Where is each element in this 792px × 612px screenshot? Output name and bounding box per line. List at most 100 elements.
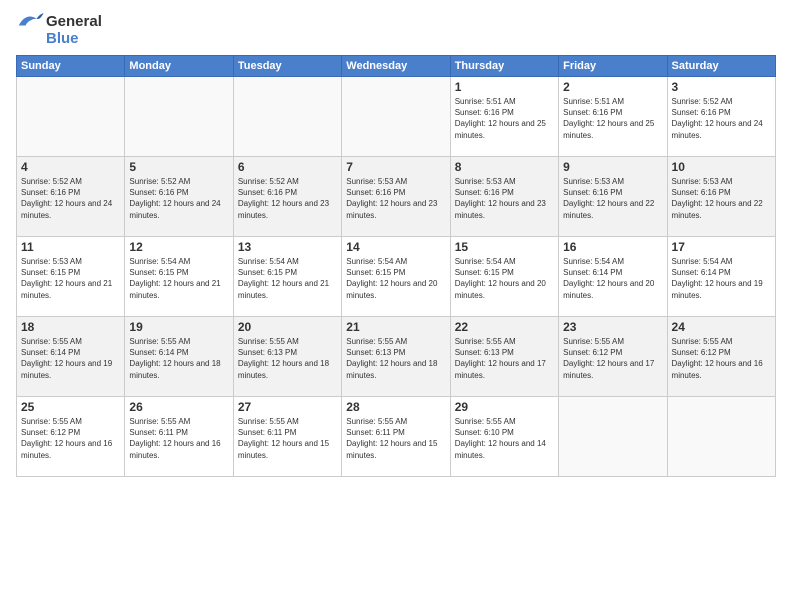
day-info: Sunrise: 5:54 AM Sunset: 6:15 PM Dayligh… [455,256,554,301]
day-info: Sunrise: 5:54 AM Sunset: 6:15 PM Dayligh… [346,256,445,301]
calendar-cell: 8 Sunrise: 5:53 AM Sunset: 6:16 PM Daylig… [450,157,558,237]
day-info: Sunrise: 5:52 AM Sunset: 6:16 PM Dayligh… [129,176,228,221]
weekday-sunday: Sunday [17,56,125,77]
logo-general: General [46,13,102,30]
weekday-wednesday: Wednesday [342,56,450,77]
day-info: Sunrise: 5:55 AM Sunset: 6:13 PM Dayligh… [238,336,337,381]
calendar-week-row: 11Sunrise: 5:53 AM Sunset: 6:15 PM Dayli… [17,237,776,317]
day-number: 13 [238,240,337,254]
calendar-cell [125,77,233,157]
day-number: 16 [563,240,662,254]
calendar-cell: 4 Sunrise: 5:52 AM Sunset: 6:16 PM Daylig… [17,157,125,237]
day-info: Sunrise: 5:55 AM Sunset: 6:11 PM Dayligh… [346,416,445,461]
day-number: 17 [672,240,771,254]
day-number: 22 [455,320,554,334]
calendar-week-row: 25 Sunrise: 5:55 AM Sunset: 6:12 PM Dayli… [17,397,776,477]
day-number: 25 [21,400,120,414]
logo: GeneralBlue [16,12,102,47]
day-info: Sunrise: 5:55 AM Sunset: 6:13 PM Dayligh… [455,336,554,381]
day-info: Sunrise: 5:55 AM Sunset: 6:12 PM Dayligh… [672,336,771,381]
day-number: 23 [563,320,662,334]
day-number: 12 [129,240,228,254]
day-number: 19 [129,320,228,334]
day-number: 28 [346,400,445,414]
calendar-cell: 23Sunrise: 5:55 AM Sunset: 6:12 PM Dayli… [559,317,667,397]
calendar-cell: 6 Sunrise: 5:52 AM Sunset: 6:16 PM Daylig… [233,157,341,237]
calendar-cell: 17 Sunrise: 5:54 AM Sunset: 6:14 PM Dayli… [667,237,775,317]
day-number: 26 [129,400,228,414]
day-number: 14 [346,240,445,254]
calendar-cell: 13 Sunrise: 5:54 AM Sunset: 6:15 PM Dayli… [233,237,341,317]
calendar-cell: 16 Sunrise: 5:54 AM Sunset: 6:14 PM Dayli… [559,237,667,317]
calendar-cell: 19Sunrise: 5:55 AM Sunset: 6:14 PM Dayli… [125,317,233,397]
calendar-cell: 10 Sunrise: 5:53 AM Sunset: 6:16 PM Dayli… [667,157,775,237]
calendar-cell: 11Sunrise: 5:53 AM Sunset: 6:15 PM Dayli… [17,237,125,317]
day-number: 1 [455,80,554,94]
calendar-cell [667,397,775,477]
calendar-cell: 15 Sunrise: 5:54 AM Sunset: 6:15 PM Dayli… [450,237,558,317]
day-number: 10 [672,160,771,174]
day-info: Sunrise: 5:55 AM Sunset: 6:11 PM Dayligh… [238,416,337,461]
calendar-header: GeneralBlue [16,12,776,47]
calendar-cell: 14 Sunrise: 5:54 AM Sunset: 6:15 PM Dayli… [342,237,450,317]
calendar-cell: 29Sunrise: 5:55 AM Sunset: 6:10 PM Dayli… [450,397,558,477]
calendar-cell: 22 Sunrise: 5:55 AM Sunset: 6:13 PM Dayli… [450,317,558,397]
day-number: 15 [455,240,554,254]
calendar-cell [17,77,125,157]
day-info: Sunrise: 5:55 AM Sunset: 6:12 PM Dayligh… [21,416,120,461]
calendar-cell: 7 Sunrise: 5:53 AM Sunset: 6:16 PM Daylig… [342,157,450,237]
calendar-cell [233,77,341,157]
day-info: Sunrise: 5:54 AM Sunset: 6:15 PM Dayligh… [238,256,337,301]
day-info: Sunrise: 5:53 AM Sunset: 6:16 PM Dayligh… [455,176,554,221]
day-info: Sunrise: 5:55 AM Sunset: 6:11 PM Dayligh… [129,416,228,461]
day-number: 3 [672,80,771,94]
day-info: Sunrise: 5:51 AM Sunset: 6:16 PM Dayligh… [563,96,662,141]
calendar-cell: 9 Sunrise: 5:53 AM Sunset: 6:16 PM Daylig… [559,157,667,237]
day-number: 4 [21,160,120,174]
calendar-cell: 20 Sunrise: 5:55 AM Sunset: 6:13 PM Dayli… [233,317,341,397]
day-number: 5 [129,160,228,174]
day-info: Sunrise: 5:53 AM Sunset: 6:15 PM Dayligh… [21,256,120,301]
calendar-cell: 21 Sunrise: 5:55 AM Sunset: 6:13 PM Dayli… [342,317,450,397]
day-info: Sunrise: 5:55 AM Sunset: 6:13 PM Dayligh… [346,336,445,381]
day-number: 9 [563,160,662,174]
day-info: Sunrise: 5:52 AM Sunset: 6:16 PM Dayligh… [21,176,120,221]
calendar-cell: 3 Sunrise: 5:52 AM Sunset: 6:16 PM Daylig… [667,77,775,157]
calendar-cell: 24 Sunrise: 5:55 AM Sunset: 6:12 PM Dayli… [667,317,775,397]
calendar-cell [342,77,450,157]
day-info: Sunrise: 5:52 AM Sunset: 6:16 PM Dayligh… [672,96,771,141]
day-info: Sunrise: 5:54 AM Sunset: 6:14 PM Dayligh… [672,256,771,301]
day-info: Sunrise: 5:54 AM Sunset: 6:14 PM Dayligh… [563,256,662,301]
day-number: 20 [238,320,337,334]
day-number: 2 [563,80,662,94]
calendar-week-row: 18 Sunrise: 5:55 AM Sunset: 6:14 PM Dayli… [17,317,776,397]
weekday-tuesday: Tuesday [233,56,341,77]
day-info: Sunrise: 5:55 AM Sunset: 6:10 PM Dayligh… [455,416,554,461]
weekday-header-row: SundayMondayTuesdayWednesdayThursdayFrid… [17,56,776,77]
day-info: Sunrise: 5:53 AM Sunset: 6:16 PM Dayligh… [346,176,445,221]
calendar-cell: 2 Sunrise: 5:51 AM Sunset: 6:16 PM Daylig… [559,77,667,157]
day-number: 21 [346,320,445,334]
day-number: 24 [672,320,771,334]
weekday-saturday: Saturday [667,56,775,77]
day-info: Sunrise: 5:54 AM Sunset: 6:15 PM Dayligh… [129,256,228,301]
day-info: Sunrise: 5:53 AM Sunset: 6:16 PM Dayligh… [563,176,662,221]
day-number: 6 [238,160,337,174]
day-number: 18 [21,320,120,334]
weekday-monday: Monday [125,56,233,77]
calendar-cell: 27 Sunrise: 5:55 AM Sunset: 6:11 PM Dayli… [233,397,341,477]
calendar-cell: 1 Sunrise: 5:51 AM Sunset: 6:16 PM Daylig… [450,77,558,157]
weekday-friday: Friday [559,56,667,77]
day-info: Sunrise: 5:55 AM Sunset: 6:14 PM Dayligh… [21,336,120,381]
calendar-week-row: 4 Sunrise: 5:52 AM Sunset: 6:16 PM Daylig… [17,157,776,237]
day-number: 27 [238,400,337,414]
calendar-table: SundayMondayTuesdayWednesdayThursdayFrid… [16,55,776,477]
calendar-cell: 28 Sunrise: 5:55 AM Sunset: 6:11 PM Dayli… [342,397,450,477]
calendar-cell: 26 Sunrise: 5:55 AM Sunset: 6:11 PM Dayli… [125,397,233,477]
day-info: Sunrise: 5:52 AM Sunset: 6:16 PM Dayligh… [238,176,337,221]
day-info: Sunrise: 5:51 AM Sunset: 6:16 PM Dayligh… [455,96,554,141]
day-info: Sunrise: 5:53 AM Sunset: 6:16 PM Dayligh… [672,176,771,221]
day-number: 7 [346,160,445,174]
day-number: 8 [455,160,554,174]
calendar-cell: 5 Sunrise: 5:52 AM Sunset: 6:16 PM Daylig… [125,157,233,237]
